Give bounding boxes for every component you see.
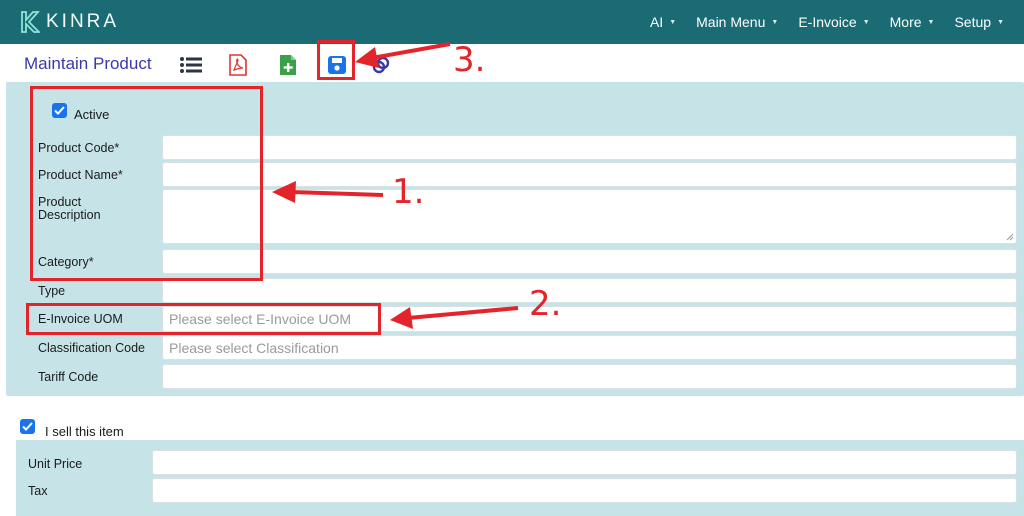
arrow-3 (355, 42, 451, 68)
arrow-2 (390, 306, 519, 329)
annotation-label-1: 1. (392, 172, 425, 212)
arrow-1 (272, 181, 384, 203)
annotation-label-3: 3. (453, 40, 486, 80)
annotation-arrows (272, 42, 519, 329)
annotation-label-2: 2. (529, 284, 562, 324)
